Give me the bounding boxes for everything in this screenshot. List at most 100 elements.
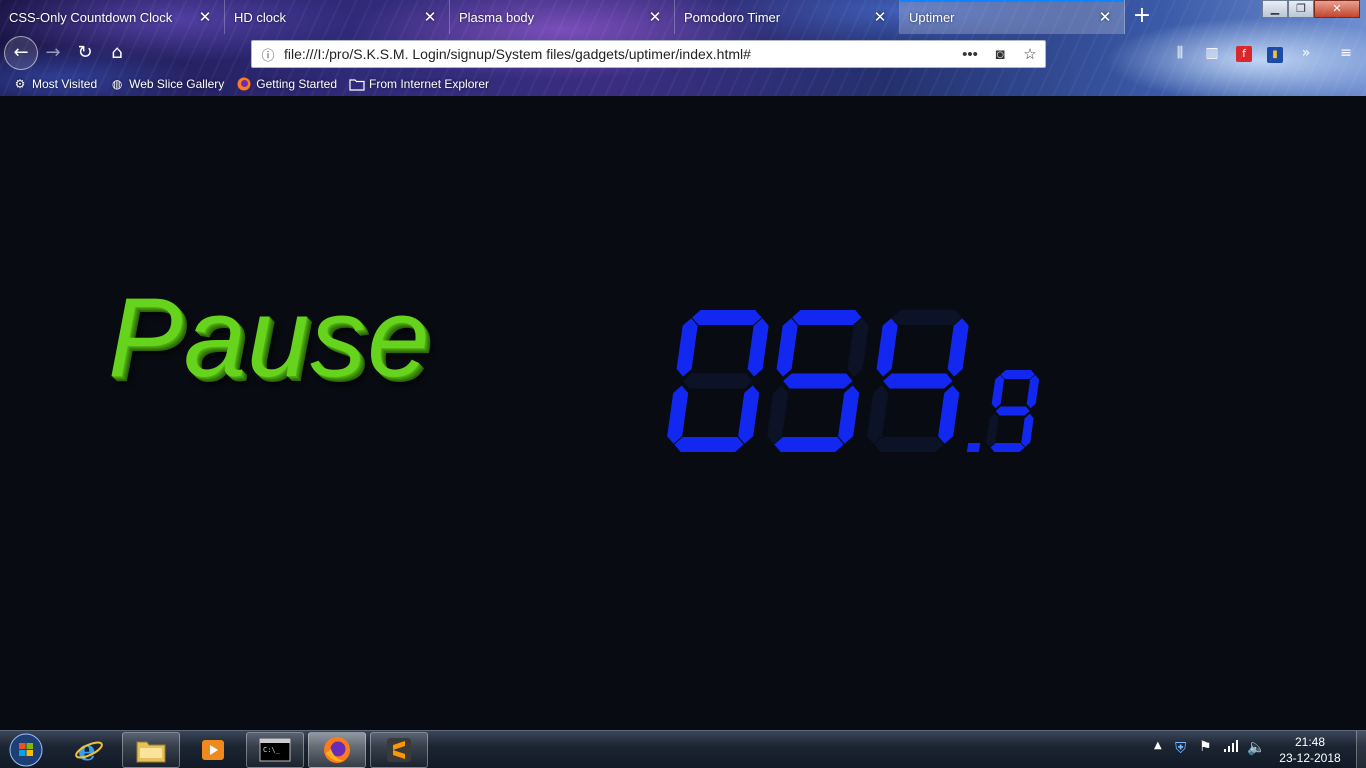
flash-icon[interactable]: f [1232, 42, 1256, 64]
bookmark-label: Getting Started [256, 77, 338, 91]
browser-chrome: CSS-Only Countdown Clock ✕ HD clock ✕ Pl… [0, 0, 1366, 96]
firefox-icon[interactable] [308, 732, 366, 768]
globe-icon: ◍ [111, 77, 123, 91]
segment-c [1021, 413, 1034, 448]
home-button[interactable]: ⌂ [102, 38, 132, 68]
bookmark-label: Web Slice Gallery [129, 77, 225, 91]
file-explorer-icon[interactable] [122, 732, 180, 768]
close-tab-icon[interactable]: ✕ [419, 8, 441, 26]
tab-bar: CSS-Only Countdown Clock ✕ HD clock ✕ Pl… [0, 0, 1366, 34]
window-controls: ▁ ❐ ✕ [1262, 0, 1360, 18]
segment-b [847, 318, 869, 377]
bookmark-star-icon[interactable]: ☆ [1015, 45, 1045, 63]
overflow-menu-icon[interactable]: » [1294, 42, 1318, 64]
bookmarks-toolbar: ⚙ Most Visited ◍ Web Slice Gallery Getti… [0, 72, 1366, 96]
segment-e [767, 385, 789, 444]
show-hidden-icons-icon[interactable]: ▲ [1154, 740, 1162, 751]
new-tab-button[interactable]: + [1128, 3, 1156, 31]
taskbar: e C:\_ ▲ ⛨ ⚑ 🔈 21:48 23-12-2018 [0, 730, 1366, 768]
tab-css-only-countdown-clock[interactable]: CSS-Only Countdown Clock ✕ [0, 0, 225, 34]
page-content: Pause [0, 96, 1366, 730]
close-tab-icon[interactable]: ✕ [1094, 8, 1116, 26]
start-button[interactable] [6, 732, 46, 768]
close-window-button[interactable]: ✕ [1314, 0, 1360, 18]
restore-button[interactable]: ❐ [1288, 0, 1314, 18]
gear-icon: ⚙ [14, 77, 26, 91]
close-tab-icon[interactable]: ✕ [194, 8, 216, 26]
segment-d [874, 437, 944, 452]
site-info-icon[interactable]: ⓘ [252, 45, 284, 64]
page-actions-icon[interactable]: ••• [955, 46, 985, 63]
segment-e [667, 385, 689, 444]
tab-hd-clock[interactable]: HD clock ✕ [225, 0, 450, 34]
signal-strength-icon[interactable] [1223, 739, 1239, 756]
minimize-button[interactable]: ▁ [1262, 0, 1288, 18]
segment-g [883, 373, 953, 389]
segment-b [747, 318, 769, 377]
segment-d [774, 437, 844, 452]
segment-c [738, 385, 760, 444]
timer-decimal-point [966, 443, 981, 452]
command-prompt-icon[interactable]: C:\_ [246, 732, 304, 768]
tab-uptimer[interactable]: Uptimer ✕ [900, 0, 1125, 34]
close-tab-icon[interactable]: ✕ [644, 8, 666, 26]
clock-date: 23-12-2018 [1279, 751, 1341, 765]
seven-segment-timer [667, 310, 1040, 452]
segment-d [674, 437, 744, 452]
bookmark-from-internet-explorer[interactable]: From Internet Explorer [349, 76, 489, 92]
timer-digit-3 [867, 310, 969, 452]
segment-a [1000, 370, 1035, 379]
timer-digit-2 [767, 310, 869, 452]
timer-fraction-digit [986, 370, 1040, 452]
segment-b [947, 318, 969, 377]
url-text[interactable]: file:///I:/pro/S.K.S.M. Login/signup/Sys… [284, 46, 955, 62]
segment-g [783, 373, 853, 389]
bookmark-web-slice-gallery[interactable]: ◍ Web Slice Gallery [109, 76, 224, 92]
segment-f [991, 374, 1005, 409]
show-desktop-button[interactable] [1356, 731, 1366, 768]
tab-label: Pomodoro Timer [684, 9, 781, 25]
segment-c [938, 385, 960, 444]
bookmark-label: From Internet Explorer [369, 77, 490, 91]
reload-button[interactable]: ↻ [70, 38, 100, 68]
segment-a [892, 310, 962, 325]
segment-f [776, 318, 798, 377]
svg-text:C:\_: C:\_ [263, 746, 281, 754]
firefox-icon [236, 76, 252, 92]
network-status-icon[interactable]: ⛨ [1175, 739, 1186, 757]
forward-button[interactable]: → [38, 38, 68, 68]
action-center-flag-icon[interactable]: ⚑ [1199, 739, 1212, 755]
segment-d [990, 443, 1025, 452]
segment-f [876, 318, 898, 377]
clock-time: 21:48 [1294, 735, 1326, 749]
segment-a [792, 310, 862, 325]
tab-label: Uptimer [909, 9, 955, 25]
segment-c [838, 385, 860, 444]
bookmark-getting-started[interactable]: Getting Started [236, 76, 337, 92]
segment-a [692, 310, 762, 325]
bookmark-label: Most Visited [32, 77, 98, 91]
volume-icon[interactable]: 🔈 [1247, 738, 1266, 756]
segment-g [683, 373, 753, 389]
tab-label: HD clock [234, 9, 287, 25]
tab-label: CSS-Only Countdown Clock [9, 9, 173, 25]
library-icon[interactable]: ⫼ [1168, 42, 1192, 64]
sidebar-icon[interactable]: ▥ [1200, 42, 1224, 64]
segment-g [995, 406, 1030, 416]
stats-extension-icon[interactable]: ▮ [1263, 42, 1287, 64]
navigation-bar: ← → ↻ ⌂ ⓘ file:///I:/pro/S.K.S.M. Login/… [0, 34, 1366, 72]
status-text[interactable]: Pause [108, 278, 431, 398]
bookmark-most-visited[interactable]: ⚙ Most Visited [12, 76, 98, 92]
media-player-icon[interactable] [184, 732, 242, 768]
hamburger-menu-icon[interactable]: ≡ [1334, 42, 1358, 64]
close-tab-icon[interactable]: ✕ [869, 8, 891, 26]
tab-plasma-body[interactable]: Plasma body ✕ [450, 0, 675, 34]
segment-b [1026, 374, 1040, 409]
tab-pomodoro-timer[interactable]: Pomodoro Timer ✕ [675, 0, 900, 34]
internet-explorer-icon[interactable]: e [60, 732, 118, 768]
pocket-icon[interactable]: ◙ [985, 46, 1015, 63]
address-bar[interactable]: ⓘ file:///I:/pro/S.K.S.M. Login/signup/S… [251, 40, 1046, 68]
sublime-text-icon[interactable] [370, 732, 428, 768]
back-button[interactable]: ← [4, 36, 38, 70]
system-clock[interactable]: 21:48 23-12-2018 [1272, 734, 1348, 766]
